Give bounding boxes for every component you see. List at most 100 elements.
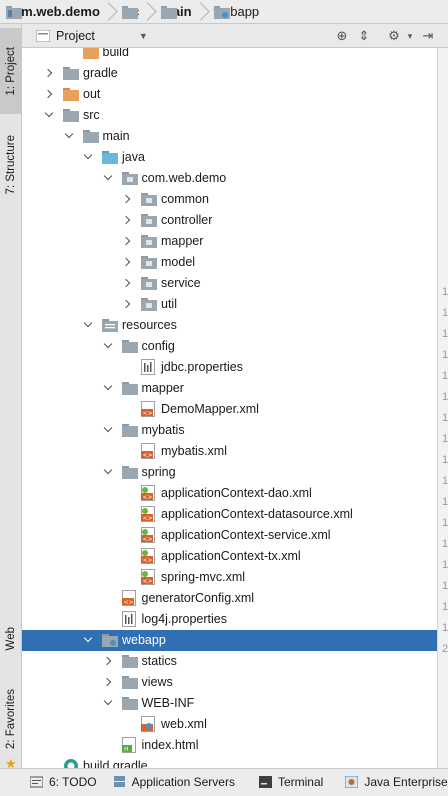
- chevron-right-icon[interactable]: [122, 278, 132, 288]
- tree-row[interactable]: <> DemoMapper.xml: [22, 399, 437, 420]
- chevron-down-icon[interactable]: [44, 110, 54, 120]
- chevron-down-icon[interactable]: [103, 383, 113, 393]
- tree-row[interactable]: <> applicationContext-service.xml: [22, 525, 437, 546]
- chevron-right-icon[interactable]: [103, 677, 113, 687]
- tab-todo[interactable]: 6: TODO: [30, 769, 97, 796]
- tree-row[interactable]: <> generatorConfig.xml: [22, 588, 437, 609]
- collapse-all-icon[interactable]: ⇕: [356, 28, 372, 44]
- svg-text:<>: <>: [143, 578, 153, 585]
- tree-row[interactable]: build: [22, 48, 437, 63]
- tree-row[interactable]: resources: [22, 315, 437, 336]
- tree-row[interactable]: config: [22, 336, 437, 357]
- chevron-right-icon[interactable]: [122, 215, 132, 225]
- tab-project[interactable]: 1: Project: [0, 28, 22, 114]
- tab-java-enterprise[interactable]: Java Enterprise: [345, 769, 448, 796]
- breadcrumb-item-src[interactable]: src: [121, 0, 139, 24]
- tree-row[interactable]: statics: [22, 651, 437, 672]
- gear-icon[interactable]: ⚙: [386, 28, 402, 44]
- xml-file-icon: <>: [141, 401, 155, 420]
- view-mode-dropdown[interactable]: Project ▼: [30, 26, 154, 46]
- hide-panel-icon[interactable]: ⇥: [420, 28, 436, 44]
- tree-row[interactable]: mybatis: [22, 420, 437, 441]
- chevron-down-icon[interactable]: [83, 635, 93, 645]
- locate-icon[interactable]: ⊕: [334, 28, 350, 44]
- tab-label: 7: Structure: [5, 135, 17, 195]
- tree-row[interactable]: <> applicationContext-tx.xml: [22, 546, 437, 567]
- tree-row[interactable]: <> mybatis.xml: [22, 441, 437, 462]
- tree-row-label: config: [141, 339, 175, 353]
- tree-row[interactable]: main: [22, 126, 437, 147]
- tree-row-label: src: [83, 108, 100, 122]
- chevron-right-icon[interactable]: [122, 299, 132, 309]
- tree-row-label: generatorConfig.xml: [141, 591, 255, 605]
- tree-row[interactable]: Hindex.html: [22, 735, 437, 756]
- breadcrumb-item-project[interactable]: com.web.demo: [6, 0, 100, 24]
- breadcrumb-item-main[interactable]: main: [161, 0, 192, 24]
- tree-row[interactable]: views: [22, 672, 437, 693]
- tab-structure[interactable]: 7: Structure: [0, 116, 22, 214]
- chevron-right-icon[interactable]: [44, 68, 54, 78]
- folder-icon: [121, 382, 138, 398]
- folder-icon: [121, 340, 138, 356]
- tree-row[interactable]: com.web.demo: [22, 168, 437, 189]
- chevron-right-icon[interactable]: [44, 89, 54, 99]
- tree-row[interactable]: webapp: [22, 630, 437, 651]
- chevron-down-icon[interactable]: [83, 152, 93, 162]
- tree-row[interactable]: model: [22, 252, 437, 273]
- tree-row[interactable]: <> spring-mvc.xml: [22, 567, 437, 588]
- tree-row[interactable]: mapper: [22, 231, 437, 252]
- resources-folder-icon: [102, 319, 118, 335]
- folder-icon: [121, 424, 138, 440]
- web-folder-icon: [213, 5, 230, 19]
- xml-file-icon: <>: [121, 590, 136, 609]
- chevron-right-icon[interactable]: [122, 194, 132, 204]
- tree-row[interactable]: util: [22, 294, 437, 315]
- chevron-down-icon[interactable]: [103, 341, 113, 351]
- tree-row[interactable]: src: [22, 105, 437, 126]
- tree-row[interactable]: spring: [22, 462, 437, 483]
- tree-row[interactable]: WEB-INF: [22, 693, 437, 714]
- gear-dropdown-icon[interactable]: ▾: [402, 28, 418, 44]
- tree-row[interactable]: service: [22, 273, 437, 294]
- breadcrumb-item-webapp[interactable]: webapp: [213, 0, 259, 24]
- tree-row[interactable]: java: [22, 147, 437, 168]
- tree-row[interactable]: <> applicationContext-datasource.xml: [22, 504, 437, 525]
- tree-row-label: util: [161, 297, 177, 311]
- tree-row[interactable]: mapper: [22, 378, 437, 399]
- tree-row-label: out: [83, 87, 101, 101]
- chevron-right-icon[interactable]: [122, 257, 132, 267]
- package-icon: [141, 277, 157, 293]
- chevron-down-icon[interactable]: [83, 320, 93, 330]
- tree-row[interactable]: log4j.properties: [22, 609, 437, 630]
- tab-web[interactable]: Web: [0, 614, 22, 664]
- chevron-down-icon[interactable]: [103, 425, 113, 435]
- tree-row[interactable]: controller: [22, 210, 437, 231]
- tree-row[interactable]: web.xml: [22, 714, 437, 735]
- tab-favorites[interactable]: 2: Favorites: [0, 674, 22, 764]
- gutter-line-number: 1: [442, 496, 448, 508]
- chevron-down-icon[interactable]: [103, 173, 113, 183]
- tree-row[interactable]: common: [22, 189, 437, 210]
- editor-gutter: 1 1 1 1 1 1 1 1 1 1 1 1 1 1 1 1 1 2: [437, 48, 448, 768]
- tree-row[interactable]: gradle: [22, 63, 437, 84]
- tree-row[interactable]: build.gradle: [22, 756, 437, 768]
- tree-row[interactable]: jdbc.properties: [22, 357, 437, 378]
- tab-terminal[interactable]: Terminal: [258, 769, 324, 796]
- chevron-down-icon[interactable]: [103, 467, 113, 477]
- tab-label: Terminal: [277, 775, 324, 789]
- servers-icon: [113, 776, 125, 787]
- folder-icon: [121, 5, 138, 19]
- chevron-down-icon[interactable]: [103, 698, 113, 708]
- tree-row-label: main: [102, 129, 130, 143]
- gutter-line-number: 1: [442, 580, 448, 592]
- chevron-right-icon[interactable]: [122, 236, 132, 246]
- tree-row-label: mapper: [161, 234, 204, 248]
- breadcrumb-separator: [198, 0, 208, 24]
- tree-row[interactable]: out: [22, 84, 437, 105]
- svg-text:<>: <>: [143, 452, 153, 459]
- chevron-down-icon[interactable]: [64, 131, 74, 141]
- chevron-right-icon[interactable]: [103, 656, 113, 666]
- tree-row-label: web.xml: [161, 717, 207, 731]
- tab-application-servers[interactable]: Application Servers: [113, 769, 235, 796]
- tree-row[interactable]: <> applicationContext-dao.xml: [22, 483, 437, 504]
